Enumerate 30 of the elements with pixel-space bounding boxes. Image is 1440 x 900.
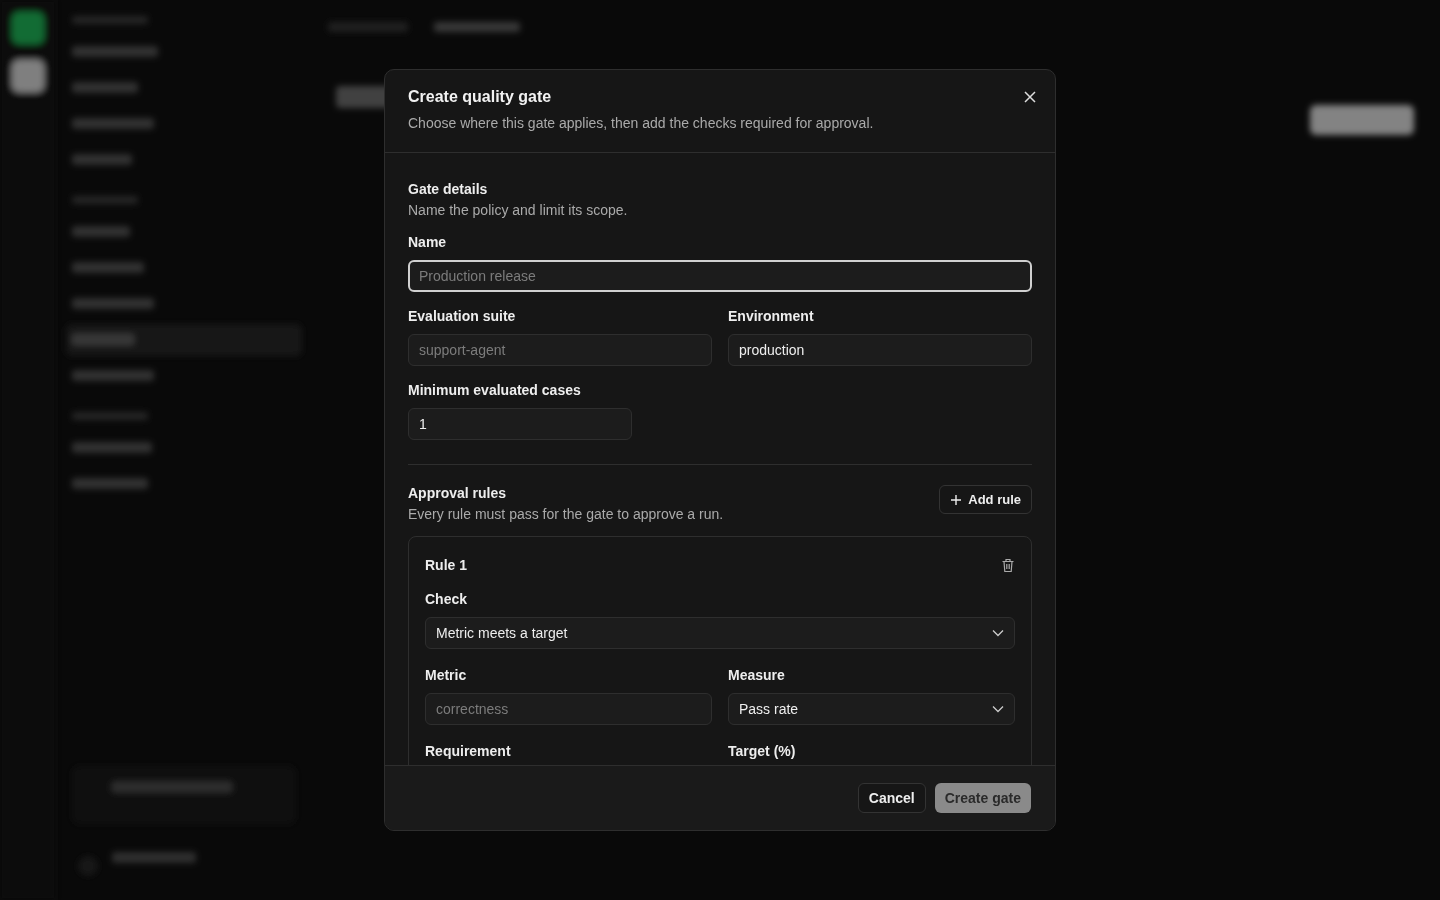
plus-icon — [950, 493, 963, 506]
field-label: Minimum evaluated cases — [408, 382, 582, 398]
field-label: Requirement — [425, 743, 512, 759]
chevron-down-icon — [992, 705, 1004, 713]
field-label: Metric — [425, 667, 468, 683]
input-field[interactable]: correctness — [425, 693, 712, 725]
section-title: Gate details — [408, 181, 489, 197]
input-field[interactable]: Production release — [408, 260, 1032, 292]
input-field[interactable]: 1 — [408, 408, 632, 440]
trash-icon[interactable] — [1001, 557, 1015, 573]
section-title: Approval rules — [408, 485, 508, 501]
field-label: Evaluation suite — [408, 308, 517, 324]
field-label: Name — [408, 234, 448, 250]
add-rule-button[interactable]: Add rule — [939, 485, 1032, 514]
cancel-button[interactable]: Cancel — [857, 783, 926, 813]
select-field[interactable]: Metric meets a target — [425, 617, 1015, 649]
select-field[interactable]: Pass rate — [728, 693, 1015, 725]
section-description: Name the policy and limit its scope. — [408, 202, 629, 218]
close-icon — [1023, 90, 1037, 104]
dialog-subtitle: Choose where this gate applies, then add the checks required for approval. — [408, 115, 874, 131]
rule-title: Rule 1 — [425, 557, 467, 573]
chevron-down-icon — [992, 629, 1004, 637]
field-label: Measure — [728, 667, 786, 683]
section-description: Every rule must pass for the gate to approve a run. — [408, 506, 724, 522]
field-label: Target (%) — [728, 743, 797, 759]
field-label: Environment — [728, 308, 815, 324]
input-field[interactable]: production — [728, 334, 1032, 366]
field-label: Check — [425, 591, 469, 607]
input-field[interactable]: support-agent — [408, 334, 712, 366]
dialog-title: Create quality gate — [408, 88, 553, 106]
